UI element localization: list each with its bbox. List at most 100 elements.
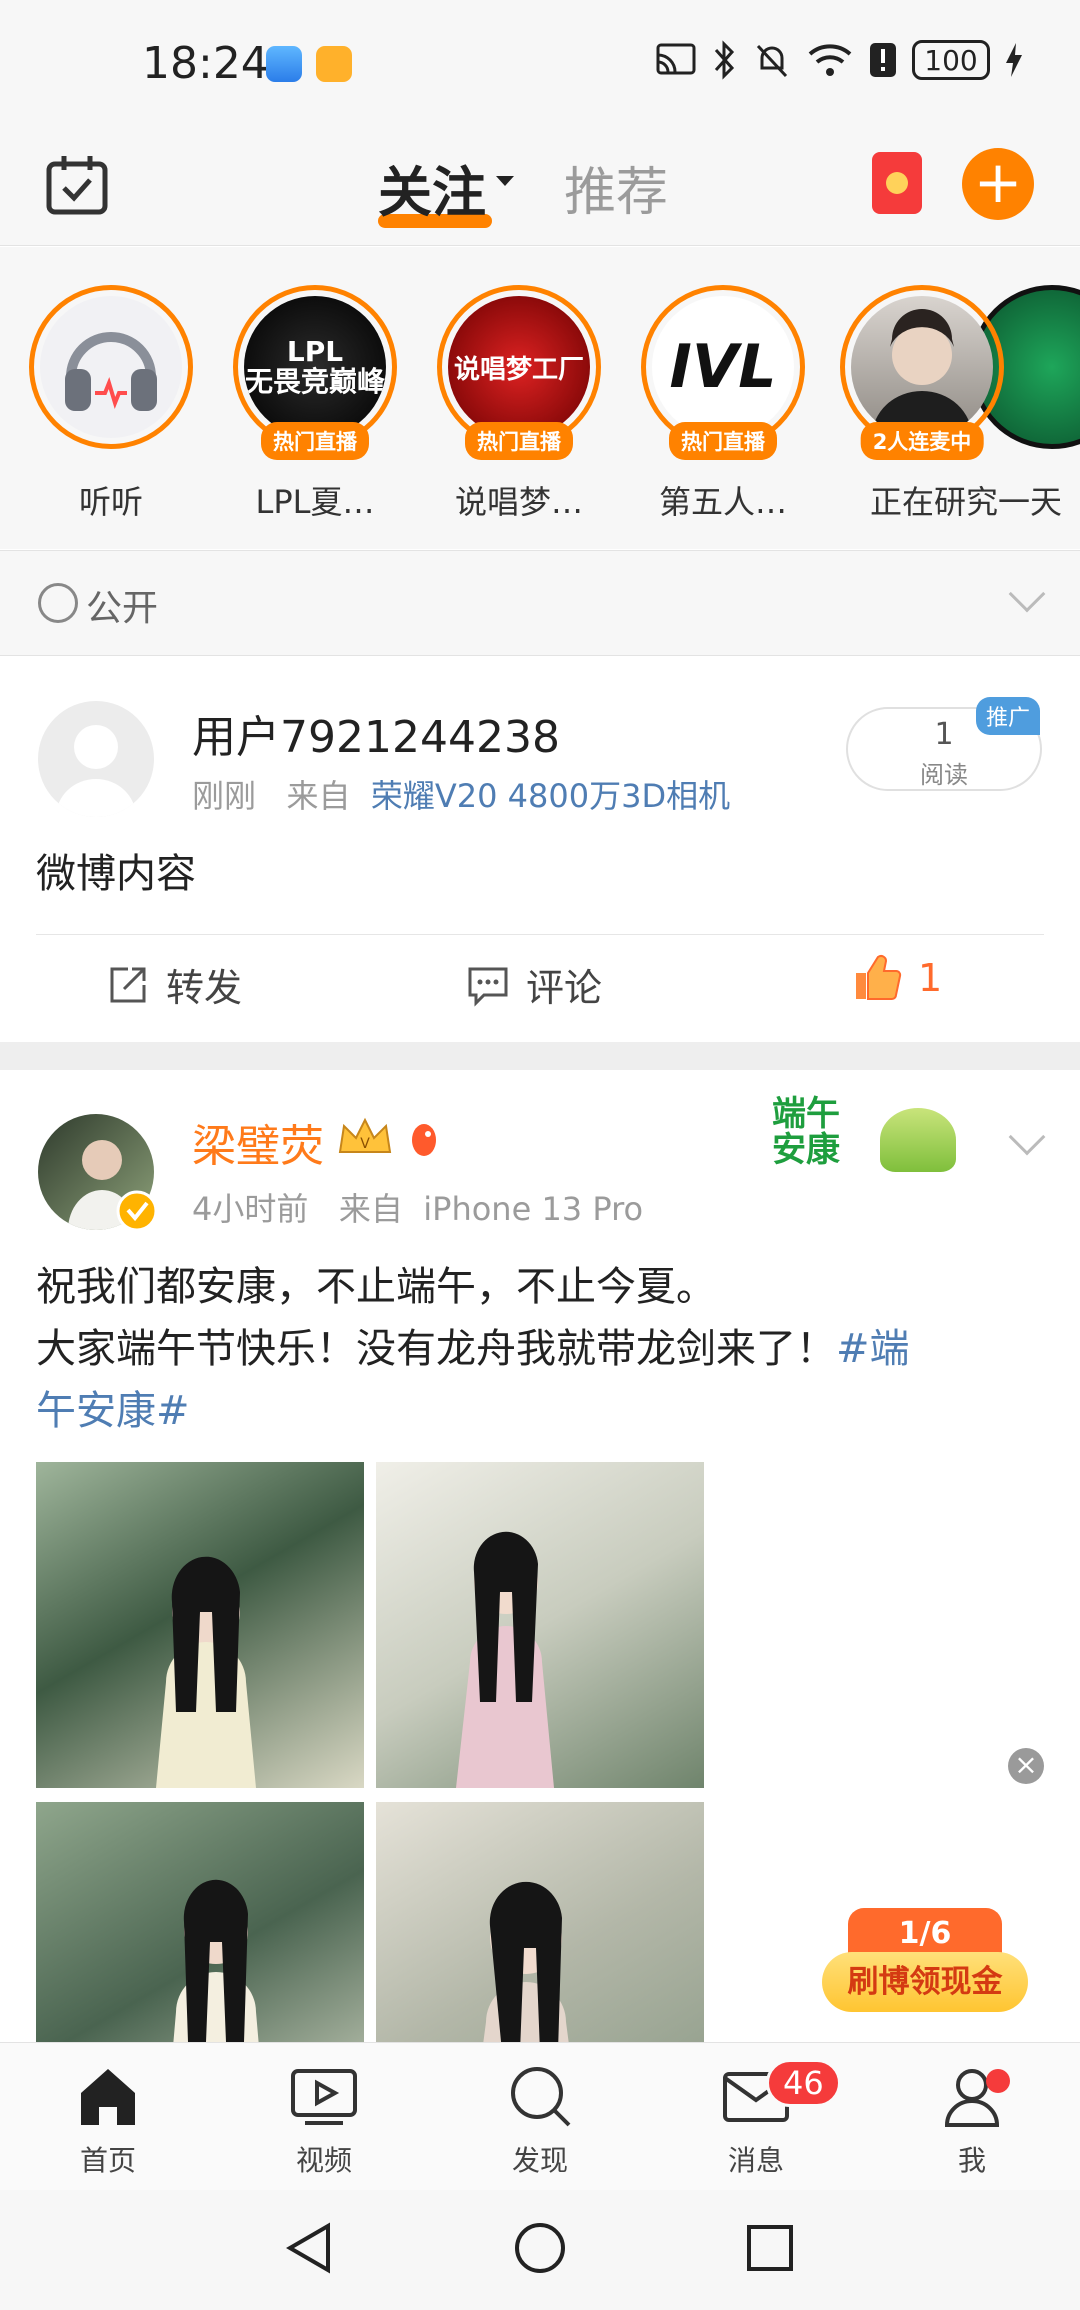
post-source[interactable]: iPhone 13 Pro: [423, 1190, 643, 1228]
story-avatar: 说唱梦工厂 热门直播: [437, 285, 601, 460]
wifi-icon: [808, 44, 852, 76]
nav-messages[interactable]: 消息 46: [686, 2057, 841, 2179]
post-image[interactable]: [36, 1802, 364, 2042]
status-bar: 18:24 100: [0, 0, 1080, 128]
chevron-down-icon[interactable]: [496, 176, 514, 186]
battery-level: 100: [924, 43, 978, 77]
story-avatar: 2人连麦中: [840, 285, 1004, 460]
calendar-check-icon[interactable]: [44, 152, 110, 218]
alert-icon: [870, 43, 896, 77]
comment-icon: [468, 967, 508, 1007]
like-count: 1: [918, 956, 943, 1000]
cash-label: 刷博领现金: [822, 1952, 1028, 2012]
comment-button[interactable]: 评论: [466, 957, 602, 1012]
default-avatar-icon: [56, 725, 136, 817]
nav-label: 首页: [79, 2144, 136, 2177]
cast-icon: [656, 43, 696, 75]
post-image[interactable]: [376, 1462, 704, 1788]
recents-icon[interactable]: [744, 2222, 796, 2274]
tab-recommend[interactable]: 推荐: [564, 150, 668, 225]
festival-sticker: 端午 安康: [760, 1088, 980, 1198]
story-item[interactable]: LPL 无畏竞巅峰 热门直播 LPL夏…: [220, 285, 410, 523]
svg-text:V: V: [360, 1136, 370, 1152]
post-line-2: 大家端午节快乐！没有龙舟我就带龙剑来了！#端: [36, 1318, 1046, 1380]
red-packet-icon[interactable]: [872, 152, 922, 214]
headphones-icon: [65, 332, 157, 411]
story-avatar: IVL 热门直播: [641, 285, 805, 460]
bottom-nav: 首页 视频 发现 消息 46 我: [0, 2042, 1080, 2190]
feed-post: 梁璧荧 V 4小时前 来自 iPhone 13 Pro 端午 安康 祝我们都安康…: [0, 1070, 1080, 2042]
back-icon[interactable]: [282, 2220, 336, 2276]
live-stories-row: 听听 LPL 无畏竞巅峰 热门直播 LPL夏… 说唱梦工厂 热门直播 说唱梦… …: [0, 247, 1080, 549]
rap-logo-text: 说唱梦工厂: [453, 354, 584, 385]
search-icon: [511, 2067, 571, 2127]
tab-follow[interactable]: 关注: [378, 148, 486, 227]
status-icons: 100: [654, 40, 1024, 80]
hashtag-link-cont[interactable]: 午安康#: [36, 1380, 1046, 1442]
avatar[interactable]: [38, 701, 154, 817]
compose-button[interactable]: +: [962, 148, 1034, 220]
ivl-logo-text: IVL: [669, 332, 777, 402]
image-figure: [173, 1879, 259, 2042]
post-username[interactable]: 梁璧荧: [192, 1110, 324, 1174]
bluetooth-icon: [714, 40, 735, 80]
weather-app-icon: [266, 46, 302, 82]
post-content: 微博内容: [36, 851, 196, 897]
story-avatar: [29, 285, 193, 449]
chevron-down-icon[interactable]: [1008, 575, 1046, 613]
charging-icon: [1006, 43, 1022, 77]
story-label: 正在研究一天: [870, 483, 1063, 521]
person-photo: [872, 309, 972, 437]
like-button[interactable]: 1: [852, 953, 942, 1003]
comment-label: 评论: [526, 966, 603, 1010]
nav-discover[interactable]: 发现: [470, 2057, 610, 2179]
story-item[interactable]: 说唱梦工厂 热门直播 说唱梦…: [424, 285, 614, 523]
cash-reward-widget[interactable]: 1/6 刷博领现金: [822, 1908, 1028, 2020]
top-header: 关注 推荐 +: [0, 128, 1080, 246]
nav-video[interactable]: 视频: [254, 2057, 394, 2179]
status-time: 18:24: [142, 38, 269, 89]
read-label: 阅读: [920, 761, 968, 789]
notification-dot: [986, 2069, 1010, 2093]
nav-label: 发现: [511, 2144, 568, 2177]
story-label: LPL夏…: [255, 483, 375, 521]
image-figure: [483, 1881, 569, 2042]
zongzi-illustration: [880, 1108, 956, 1172]
hashtag-link[interactable]: #端: [836, 1326, 910, 1372]
story-label: 听听: [78, 483, 143, 521]
post-image[interactable]: [36, 1462, 364, 1788]
chevron-down-icon[interactable]: [1008, 1118, 1046, 1156]
co-host-badge: 2人连麦中: [860, 422, 984, 460]
divider: [36, 934, 1044, 935]
home-icon: [81, 2069, 135, 2125]
repost-button[interactable]: 转发: [106, 957, 242, 1012]
post-line-1: 祝我们都安康，不止端午，不止今夏。: [36, 1264, 716, 1310]
post-username[interactable]: 用户7921244238: [192, 701, 560, 765]
home-circle-icon[interactable]: [512, 2220, 568, 2276]
promote-tag[interactable]: 推广: [976, 697, 1041, 735]
unread-badge: 46: [766, 2059, 841, 2107]
post-meta: 4小时前 来自 iPhone 13 Pro: [192, 1184, 643, 1230]
feed-post: 用户7921244238 刚刚 来自 荣耀V20 4800万3D相机 1 阅读 …: [0, 657, 1080, 1042]
nav-label: 消息: [727, 2144, 784, 2177]
post-content: 祝我们都安康，不止端午，不止今夏。 大家端午节快乐！没有龙舟我就带龙剑来了！#端…: [36, 1256, 1046, 1442]
source-prefix: 来自: [338, 1190, 403, 1228]
crown-badge-icon: V: [338, 1117, 392, 1153]
live-badge: 热门直播: [261, 422, 369, 460]
nav-label: 视频: [295, 2144, 352, 2177]
image-figure: [456, 1531, 554, 1788]
video-icon: [291, 2069, 357, 2125]
nav-label: 我: [957, 2144, 986, 2177]
visibility-selector[interactable]: 公开: [0, 550, 1080, 656]
close-icon[interactable]: ×: [1008, 1748, 1044, 1784]
battery-indicator: 100: [912, 40, 990, 80]
nav-profile[interactable]: 我: [902, 2057, 1042, 2179]
post-time: 4小时前: [192, 1190, 309, 1228]
post-source[interactable]: 荣耀V20 4800万3D相机: [371, 777, 730, 815]
post-image[interactable]: [376, 1802, 704, 2042]
nav-home[interactable]: 首页: [38, 2057, 178, 2179]
story-item[interactable]: 听听: [16, 285, 206, 523]
story-item[interactable]: IVL 热门直播 第五人…: [628, 285, 818, 523]
story-item[interactable]: 2人连麦中 正在研究一天: [840, 285, 1080, 523]
thumbs-up-icon: [856, 955, 902, 1000]
